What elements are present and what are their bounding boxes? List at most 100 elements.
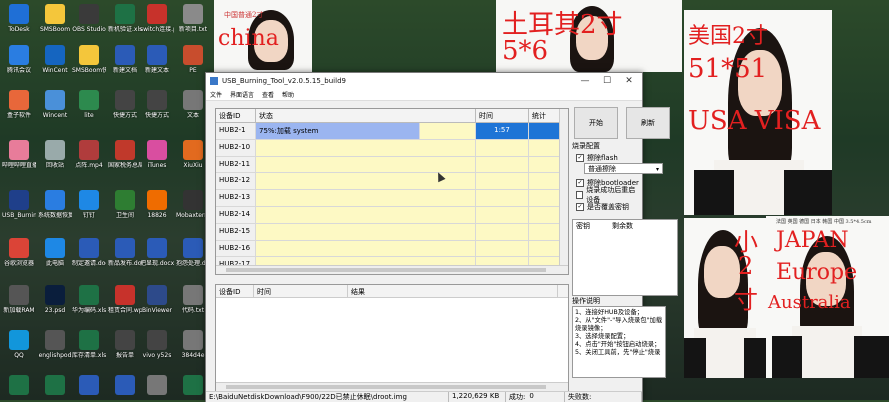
desktop-icon[interactable]: 回收站 [38, 140, 72, 169]
file-icon [147, 4, 167, 24]
desktop-icon[interactable]: englishpod [38, 330, 72, 359]
col-time[interactable]: 时间 [476, 109, 529, 122]
key-table[interactable]: 密钥 剩余数 [572, 219, 678, 296]
desktop-icon[interactable]: QQ [2, 330, 36, 359]
desktop-icon[interactable]: 卫生间 [108, 190, 142, 219]
china-label: china [218, 26, 279, 51]
desktop-icon[interactable]: 新建文本 [140, 45, 174, 74]
desktop-icon[interactable] [38, 375, 72, 397]
title-bar[interactable]: USB_Burning_Tool_v2.0.5.15_build9 — ☐ ✕ [206, 73, 642, 89]
file-icon [79, 140, 99, 160]
minimize-button[interactable]: — [574, 73, 596, 89]
desktop-icon[interactable] [108, 375, 142, 397]
desktop-icon[interactable]: WinCent [38, 45, 72, 74]
desktop-icon[interactable]: lite [72, 90, 106, 119]
col-status[interactable]: 状态 [256, 109, 476, 122]
log-col-result[interactable]: 结果 [348, 285, 558, 297]
desktop-icon[interactable]: 腾讯会议 [2, 45, 36, 74]
col-device-id[interactable]: 设备ID [216, 109, 256, 122]
menu-view[interactable]: 查看 [262, 90, 274, 99]
file-icon [45, 330, 65, 350]
desktop-icon[interactable]: 国家税务总局浙江 [108, 140, 142, 169]
table-row[interactable]: HUB2-13 [216, 190, 568, 207]
desktop-icon[interactable]: Wincent [38, 90, 72, 119]
help-box: 1、连接好HUB及设备； 2、从"文件"-"导入烧录包"加载烧录镜像； 3、选择… [572, 306, 666, 378]
desktop-icon[interactable]: ToDesk [2, 4, 36, 33]
table-row[interactable]: HUB2-14 [216, 206, 568, 224]
desktop-icon[interactable]: SMSBoom快捷方式 [72, 45, 106, 74]
table-row[interactable]: HUB2-15 [216, 223, 568, 241]
desktop-icon[interactable]: 新建文档 [108, 45, 142, 74]
desktop-icon[interactable]: 哔哩哔哩直播姬 [2, 140, 36, 169]
desktop-icon[interactable]: 此电脑 [38, 238, 72, 267]
file-icon [79, 238, 99, 258]
start-button[interactable]: 开始 [574, 107, 618, 139]
desktop-icon[interactable] [140, 375, 174, 397]
desktop-icon[interactable]: 快捷方式 [140, 90, 174, 119]
table-row[interactable]: HUB2-1 75%:加载 system 1:57 [216, 123, 568, 140]
desktop-icon[interactable]: 点阵.mp4 [72, 140, 106, 169]
desktop-icon[interactable]: 新加载RAM [2, 285, 36, 314]
log-hscroll-thumb[interactable] [226, 385, 546, 389]
close-button[interactable]: ✕ [618, 73, 640, 89]
europe-label: Europe [776, 260, 858, 285]
desktop-icon[interactable]: iTunes [140, 140, 174, 169]
cell-device-id: HUB2-16 [216, 240, 256, 257]
grid-hscroll[interactable] [216, 265, 568, 274]
grid-body: HUB2-1 75%:加载 system 1:57 HUB2-10 HUB2-11 HUB… [216, 123, 568, 274]
log-col-time[interactable]: 时间 [254, 285, 348, 297]
log-hscroll[interactable] [216, 382, 568, 391]
desktop-icon[interactable]: OBS Studio [72, 4, 106, 33]
erase-mode-select[interactable]: 普通擦除 ▾ [584, 163, 663, 174]
desktop-icon[interactable]: 库存清单.xlsx [72, 330, 106, 359]
grid-hscroll-thumb[interactable] [226, 268, 546, 272]
desktop-icon[interactable]: USB_Burning [2, 190, 36, 219]
desktop-icon[interactable] [2, 375, 36, 397]
desktop-icon[interactable] [72, 375, 106, 397]
desktop-icon[interactable]: 快捷方式 [108, 90, 142, 119]
table-row[interactable]: HUB2-12 [216, 173, 568, 191]
desktop-icon[interactable]: switch连接.pdf [140, 4, 174, 33]
table-row[interactable]: HUB2-11 [216, 156, 568, 174]
desktop-icon[interactable]: 报告单 [108, 330, 142, 359]
desktop-icon[interactable]: 谷歌浏览器 [2, 238, 36, 267]
refresh-button[interactable]: 刷新 [626, 107, 670, 139]
file-icon [79, 375, 99, 395]
desktop-icon[interactable]: 租赁合同.wps [108, 285, 142, 314]
file-icon [79, 190, 99, 210]
desktop-icon[interactable]: vivo y52s [140, 330, 174, 359]
desktop-icon[interactable]: 系统数据恢复 [38, 190, 72, 219]
desktop-icon[interactable]: PE [176, 45, 210, 74]
log-col-device-id[interactable]: 设备ID [216, 285, 254, 297]
desktop-icon[interactable]: 盒子软件 [2, 90, 36, 119]
desktop-icon[interactable]: SMSBoom [38, 4, 72, 33]
photo-china: 中国普通2寸 china [214, 0, 312, 72]
cell-status [256, 156, 476, 173]
menu-file[interactable]: 文件 [210, 90, 222, 99]
desktop-icon[interactable]: 23.psd [38, 285, 72, 314]
desktop-icon[interactable]: 把显现.docx [140, 238, 174, 267]
usa-label: 美国2寸 [688, 24, 768, 49]
menu-help[interactable]: 帮助 [282, 90, 294, 99]
cell-time [476, 223, 529, 240]
desktop-icon[interactable]: BinViewer [140, 285, 174, 314]
desktop-icon[interactable]: 新品发布.docx [108, 238, 142, 267]
reset-after-checkbox[interactable]: 烧录成功后重启设备 [576, 186, 642, 204]
maximize-button[interactable]: ☐ [596, 73, 618, 89]
menu-language[interactable]: 界面语言 [230, 90, 254, 99]
file-icon [45, 90, 65, 110]
table-row[interactable]: HUB2-16 [216, 240, 568, 258]
desktop-icon[interactable]: 新项目.txt [176, 4, 210, 33]
desktop-icon[interactable]: 新机验证.xlsx [108, 4, 142, 33]
grid-vscroll[interactable] [559, 109, 568, 274]
erase-mode-value: 普通擦除 [588, 165, 616, 173]
table-row[interactable]: HUB2-10 [216, 139, 568, 157]
desktop-icon-label: 华为编码.xlsx [72, 307, 106, 314]
status-success: 成功: 0 [506, 392, 565, 402]
checkbox-checked-icon: ✓ [576, 179, 584, 187]
desktop-icon[interactable]: 钉钉 [72, 190, 106, 219]
desktop-icon[interactable]: 18826 [140, 190, 174, 219]
desktop-icon[interactable]: 制定邀请.docx [72, 238, 106, 267]
turkey-size: 5*6 [502, 36, 549, 66]
desktop-icon[interactable]: 华为编码.xlsx [72, 285, 106, 314]
